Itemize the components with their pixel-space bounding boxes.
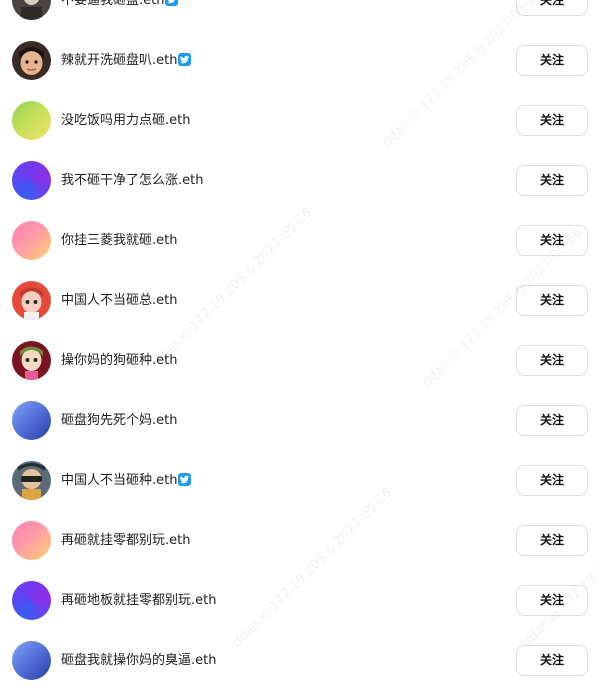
account-name-label: 没吃饭吗用力点砸.eth — [61, 113, 191, 128]
follow-button[interactable]: 关注 — [516, 645, 588, 676]
account-name[interactable]: 不要逼我砸盘.eth — [61, 0, 179, 11]
avatar[interactable] — [12, 161, 51, 200]
list-item: 操你妈的狗砸种.eth 关注 — [0, 339, 599, 399]
account-name[interactable]: 没吃饭吗用力点砸.eth — [61, 111, 190, 131]
list-item: 再砸就挂零都别玩.eth 关注 — [0, 519, 599, 579]
following-list: 不要逼我砸盘.eth 关注 辣就开洗砸盘叭.eth 关注 没吃饭吗用力点砸.eth 关注我… — [0, 0, 599, 680]
account-name-label: 操你妈的狗砸种.eth — [61, 353, 178, 368]
account-name-label: 砸盘狗先死个妈.eth — [61, 413, 178, 428]
follow-button[interactable]: 关注 — [516, 105, 588, 136]
follow-button[interactable]: 关注 — [516, 45, 588, 76]
avatar[interactable] — [12, 581, 51, 620]
account-name-label: 辣就开洗砸盘叭.eth — [61, 53, 178, 68]
account-name[interactable]: 砸盘狗先死个妈.eth — [61, 411, 177, 431]
list-item: 我不砸干净了怎么涨.eth 关注 — [0, 159, 599, 219]
account-name[interactable]: 辣就开洗砸盘叭.eth — [61, 51, 192, 71]
list-item: 不要逼我砸盘.eth 关注 — [0, 0, 599, 39]
list-item: 没吃饭吗用力点砸.eth 关注 — [0, 99, 599, 159]
twitter-verified-icon — [178, 53, 192, 66]
avatar[interactable] — [12, 461, 51, 500]
list-item: 再砸地板就挂零都别玩.eth 关注 — [0, 579, 599, 639]
account-name-label: 我不砸干净了怎么涨.eth — [61, 173, 204, 188]
follow-button[interactable]: 关注 — [516, 225, 588, 256]
account-name[interactable]: 中国人不当砸总.eth — [61, 291, 177, 311]
list-item: 辣就开洗砸盘叭.eth 关注 — [0, 39, 599, 99]
account-name[interactable]: 中国人不当砸种.eth — [61, 471, 192, 491]
avatar[interactable] — [12, 281, 51, 320]
account-name-label: 不要逼我砸盘.eth — [61, 0, 165, 8]
follow-button[interactable]: 关注 — [516, 405, 588, 436]
avatar[interactable] — [12, 0, 51, 20]
avatar[interactable] — [12, 101, 51, 140]
follow-button[interactable]: 关注 — [516, 165, 588, 196]
account-name[interactable]: 操你妈的狗砸种.eth — [61, 351, 177, 371]
account-name-label: 砸盘我就操你妈的臭逼.eth — [61, 653, 217, 668]
avatar[interactable] — [12, 521, 51, 560]
account-name[interactable]: 你挂三菱我就砸.eth — [61, 231, 177, 251]
follow-button[interactable]: 关注 — [516, 525, 588, 556]
account-name-label: 你挂三菱我就砸.eth — [61, 233, 178, 248]
list-item: 中国人不当砸总.eth 关注 — [0, 279, 599, 339]
list-item: 砸盘狗先死个妈.eth 关注 — [0, 399, 599, 459]
avatar[interactable] — [12, 401, 51, 440]
account-name-label: 再砸就挂零都别玩.eth — [61, 533, 191, 548]
list-item: 砸盘我就操你妈的臭逼.eth 关注 — [0, 639, 599, 699]
account-name-label: 中国人不当砸种.eth — [61, 473, 178, 488]
follow-button[interactable]: 关注 — [516, 285, 588, 316]
list-item: 中国人不当砸种.eth 关注 — [0, 459, 599, 519]
account-name-label: 再砸地板就挂零都别玩.eth — [61, 593, 217, 608]
avatar[interactable] — [12, 341, 51, 380]
follow-button[interactable]: 关注 — [516, 0, 588, 16]
account-name[interactable]: 再砸就挂零都别玩.eth — [61, 531, 190, 551]
avatar[interactable] — [12, 641, 51, 680]
twitter-verified-icon — [178, 473, 192, 486]
avatar[interactable] — [12, 221, 51, 260]
list-item: 你挂三菱我就砸.eth 关注 — [0, 219, 599, 279]
twitter-verified-icon — [165, 0, 179, 6]
follow-button[interactable]: 关注 — [516, 465, 588, 496]
account-name[interactable]: 再砸地板就挂零都别玩.eth — [61, 591, 216, 611]
follow-button[interactable]: 关注 — [516, 585, 588, 616]
account-name[interactable]: 我不砸干净了怎么涨.eth — [61, 171, 203, 191]
follow-button[interactable]: 关注 — [516, 345, 588, 376]
avatar[interactable] — [12, 41, 51, 80]
account-name-label: 中国人不当砸总.eth — [61, 293, 178, 308]
account-name[interactable]: 砸盘我就操你妈的臭逼.eth — [61, 651, 216, 671]
